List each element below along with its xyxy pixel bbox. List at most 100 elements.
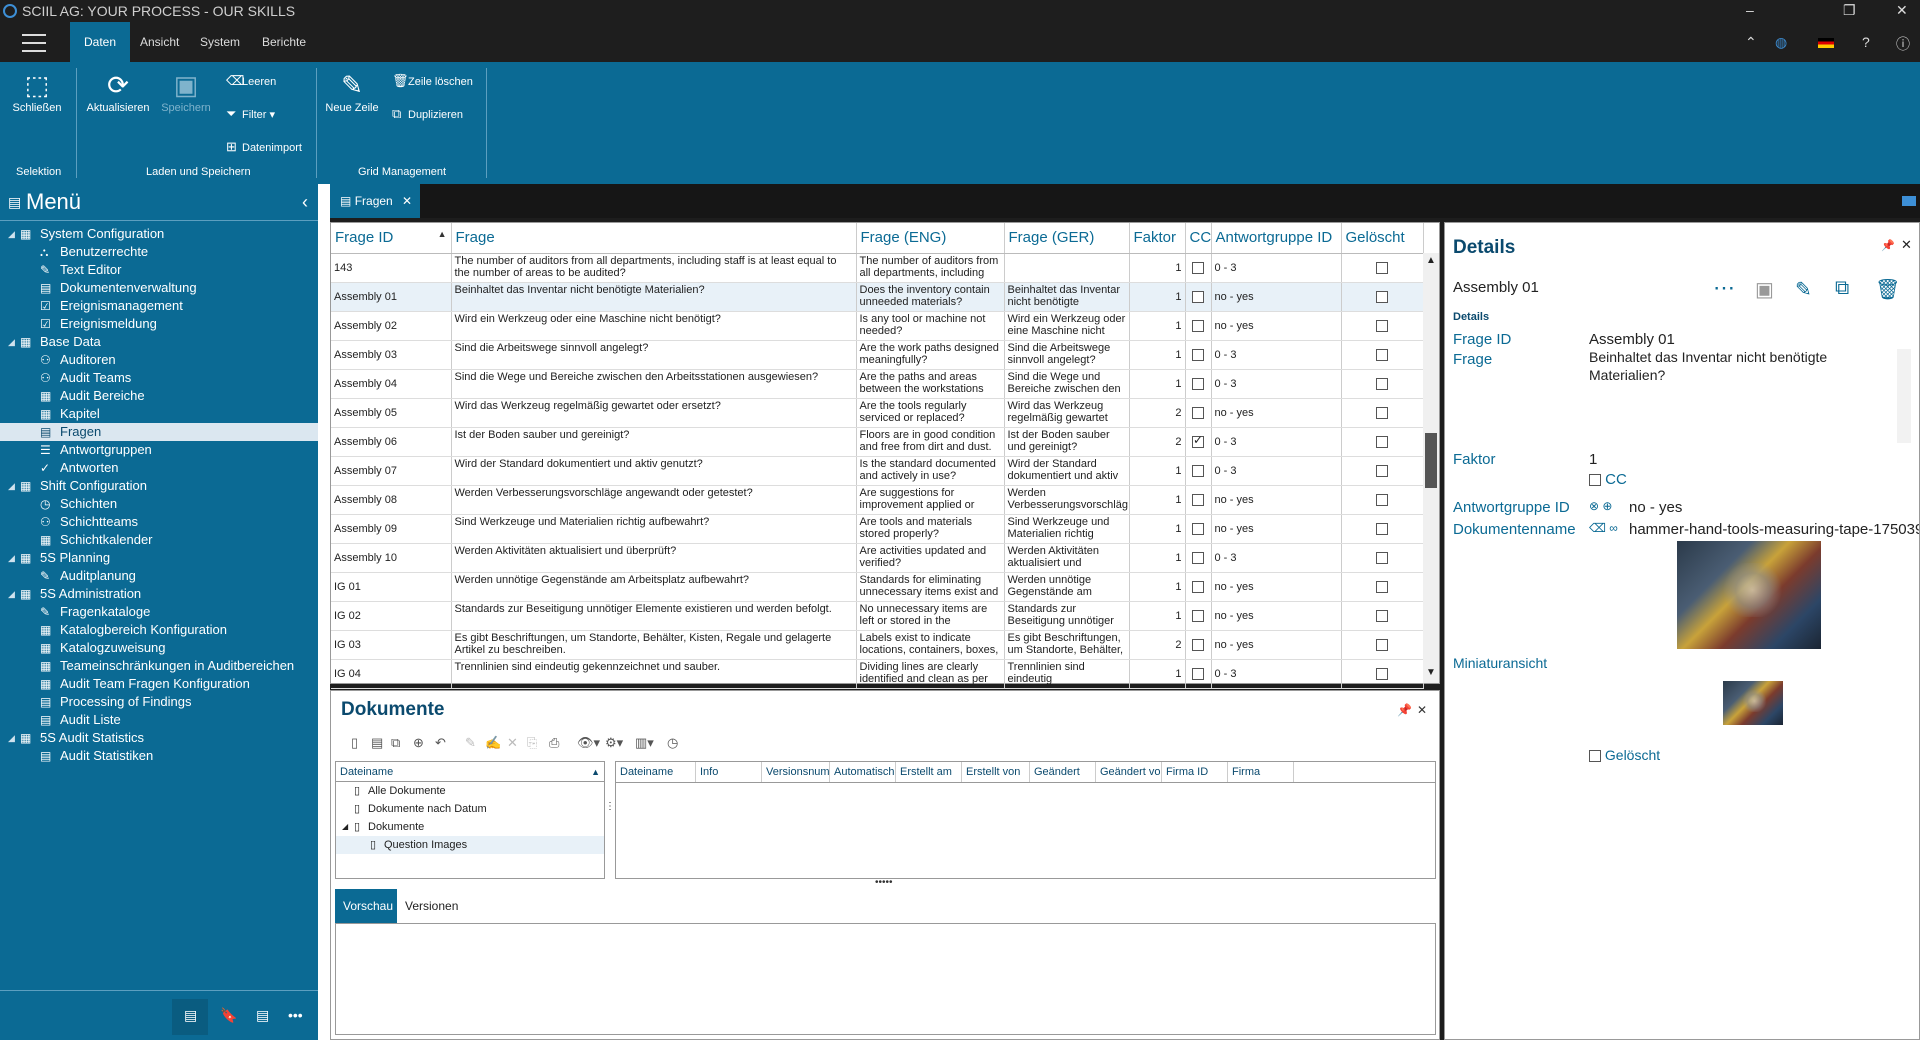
aktualisieren-button[interactable]: ⟳ Aktualisieren — [86, 68, 150, 114]
globe-icon[interactable]: ◍ — [1775, 34, 1787, 51]
close-panel-icon[interactable]: ✕ — [1417, 703, 1427, 717]
checkbox-icon[interactable] — [1376, 435, 1388, 448]
collapse-toggle-icon[interactable]: ◢ — [8, 585, 15, 603]
checkbox-icon[interactable] — [1376, 609, 1388, 622]
table-row[interactable]: 143 The number of auditors from all depar… — [331, 253, 1424, 283]
cell-cc[interactable] — [1185, 427, 1212, 457]
checkbox-icon[interactable] — [1376, 667, 1388, 680]
speichern-button[interactable]: ▣ Speichern — [158, 68, 214, 114]
cell-frage-eng[interactable]: Floors are in good condition and free fr… — [856, 427, 1005, 457]
add-icon[interactable]: ⊕ — [413, 735, 424, 751]
checkbox-icon[interactable] — [1192, 493, 1204, 506]
checkbox-icon[interactable] — [1192, 377, 1204, 390]
cell-frage-ger[interactable]: Ist der Boden sauber und gereinigt? — [1004, 427, 1130, 457]
leeren-button[interactable]: ⌫Leeren — [226, 73, 276, 89]
new-document-icon[interactable]: ▯ — [351, 735, 358, 751]
cell-cc[interactable] — [1185, 311, 1212, 341]
cell-frage-eng[interactable]: Are tools and materials stored properly? — [856, 514, 1005, 544]
cell-frage-eng[interactable]: Are activities updated and verified? — [856, 543, 1005, 573]
checkbox-icon[interactable] — [1376, 261, 1388, 274]
history-icon[interactable]: ◷ — [667, 735, 678, 751]
cell-faktor[interactable]: 1 — [1129, 572, 1186, 602]
cell-frage[interactable]: Werden Aktivitäten aktualisiert und über… — [451, 543, 857, 573]
cell-antwortgruppe[interactable]: no - yes — [1211, 572, 1342, 602]
link-icon[interactable]: ⌫ ∞ — [1589, 521, 1618, 535]
cell-frage-id[interactable]: Assembly 01 — [331, 282, 452, 312]
checkbox-icon[interactable] — [1376, 406, 1388, 419]
cell-cc[interactable] — [1185, 514, 1212, 544]
sidebar-item[interactable]: ☰ Antwortgruppen — [0, 441, 318, 459]
cell-frage[interactable]: Standards zur Beseitigung unnötiger Elem… — [451, 601, 857, 631]
cell-frage-id[interactable]: Assembly 09 — [331, 514, 452, 544]
sidebar-item[interactable]: ◢ ▦ Base Data — [0, 333, 318, 351]
checkbox-icon[interactable] — [1376, 580, 1388, 593]
cell-frage-id[interactable]: Assembly 02 — [331, 311, 452, 341]
bookmark-icon[interactable]: 🔖 — [220, 1007, 237, 1024]
cell-frage-id[interactable]: IG 03 — [331, 630, 452, 660]
cell-frage-id[interactable]: Assembly 06 — [331, 427, 452, 457]
cell-frage-ger[interactable]: Wird der Standard dokumentiert und aktiv — [1004, 456, 1130, 486]
sidebar-item[interactable]: ◢ ▦ 5S Planning — [0, 549, 318, 567]
vertical-splitter-handle[interactable]: ⋮ — [605, 801, 615, 812]
table-row[interactable]: Assembly 02 Wird ein Werkzeug oder eine M… — [331, 311, 1424, 341]
cell-frage-ger[interactable]: Trennlinien sind eindeutig — [1004, 659, 1130, 689]
sidebar-item[interactable]: ⚇ Audit Teams — [0, 369, 318, 387]
sidebar-item[interactable]: ▤ Audit Statistiken — [0, 747, 318, 765]
sidebar-item[interactable]: ☑ Ereignismanagement — [0, 297, 318, 315]
pin-icon[interactable]: 📌 — [1397, 703, 1412, 717]
sidebar-item[interactable]: ☑ Ereignismeldung — [0, 315, 318, 333]
collapse-toggle-icon[interactable]: ◢ — [8, 333, 15, 351]
cell-faktor[interactable]: 1 — [1129, 282, 1186, 312]
cell-frage-id[interactable]: IG 01 — [331, 572, 452, 602]
sidebar-item[interactable]: ✎ Auditplanung — [0, 567, 318, 585]
scroll-down-icon[interactable]: ▼ — [1426, 667, 1436, 678]
file-column-header[interactable]: Geändert von — [1096, 762, 1162, 782]
cell-frage-id[interactable]: IG 04 — [331, 659, 452, 689]
cell-frage-ger[interactable] — [1004, 253, 1130, 283]
menu-tab-ansicht[interactable]: Ansicht — [126, 22, 193, 62]
cell-antwortgruppe[interactable]: no - yes — [1211, 311, 1342, 341]
cell-frage-eng[interactable]: Are the paths and areas between the work… — [856, 369, 1005, 399]
pin-icon[interactable]: 📌 — [1881, 239, 1895, 252]
checkbox-icon[interactable] — [1376, 493, 1388, 506]
cell-faktor[interactable]: 1 — [1129, 340, 1186, 370]
table-row[interactable]: Assembly 01 Beinhaltet das Inventar nicht… — [331, 282, 1424, 312]
cell-antwortgruppe[interactable]: 0 - 3 — [1211, 543, 1342, 573]
cell-frage[interactable]: Sind Werkzeuge und Materialien richtig a… — [451, 514, 857, 544]
info-icon[interactable]: ⓘ — [1896, 34, 1910, 54]
cell-cc[interactable] — [1185, 485, 1212, 515]
cell-frage[interactable]: Wird ein Werkzeug oder eine Maschine nic… — [451, 311, 857, 341]
sidebar-item[interactable]: ✓ Antworten — [0, 459, 318, 477]
sidebar-item[interactable]: ▤ Dokumentenverwaltung — [0, 279, 318, 297]
cell-geloescht[interactable] — [1341, 427, 1424, 457]
tree-item[interactable]: ▯ Dokumente nach Datum — [336, 800, 604, 818]
cell-frage[interactable]: Werden Verbesserungsvorschläge angewandt… — [451, 485, 857, 515]
cell-geloescht[interactable] — [1341, 340, 1424, 370]
column-header-frage-ger[interactable]: Frage (GER) — [1004, 223, 1130, 254]
file-column-header[interactable]: Erstellt von — [962, 762, 1030, 782]
cell-frage-ger[interactable]: Es gibt Beschriftungen, um Standorte, Be… — [1004, 630, 1130, 660]
column-header-antwortgruppe-id[interactable]: Antwortgruppe ID — [1211, 223, 1342, 254]
checkbox-icon[interactable] — [1376, 638, 1388, 651]
cell-frage-eng[interactable]: Labels exist to indicate locations, cont… — [856, 630, 1005, 660]
column-header-frage-id[interactable]: Frage ID ▲ — [331, 223, 452, 254]
cell-antwortgruppe[interactable]: no - yes — [1211, 398, 1342, 428]
horizontal-splitter-handle[interactable]: ••••• — [875, 877, 893, 888]
column-header-frage[interactable]: Frage — [451, 223, 857, 254]
hamburger-menu-icon[interactable] — [22, 34, 46, 52]
settings-icon[interactable]: ⚙▾ — [605, 735, 623, 751]
checkbox-icon[interactable] — [1376, 464, 1388, 477]
cell-geloescht[interactable] — [1341, 514, 1424, 544]
sidebar-splitter[interactable] — [318, 184, 330, 1040]
cell-geloescht[interactable] — [1341, 601, 1424, 631]
geloescht-checkbox[interactable]: Gelöscht — [1589, 747, 1660, 763]
help-icon[interactable]: ? — [1862, 34, 1870, 50]
cc-checkbox[interactable]: CC — [1589, 471, 1627, 488]
scrollbar-thumb[interactable] — [1425, 433, 1437, 488]
sidebar-item[interactable]: ◷ Schichten — [0, 495, 318, 513]
copy-icon[interactable]: ⧉ — [391, 735, 400, 751]
cell-cc[interactable] — [1185, 630, 1212, 660]
cell-antwortgruppe[interactable]: 0 - 3 — [1211, 659, 1342, 689]
cell-frage-ger[interactable]: Werden Aktivitäten aktualisiert und — [1004, 543, 1130, 573]
close-panel-icon[interactable]: ✕ — [1901, 237, 1912, 253]
